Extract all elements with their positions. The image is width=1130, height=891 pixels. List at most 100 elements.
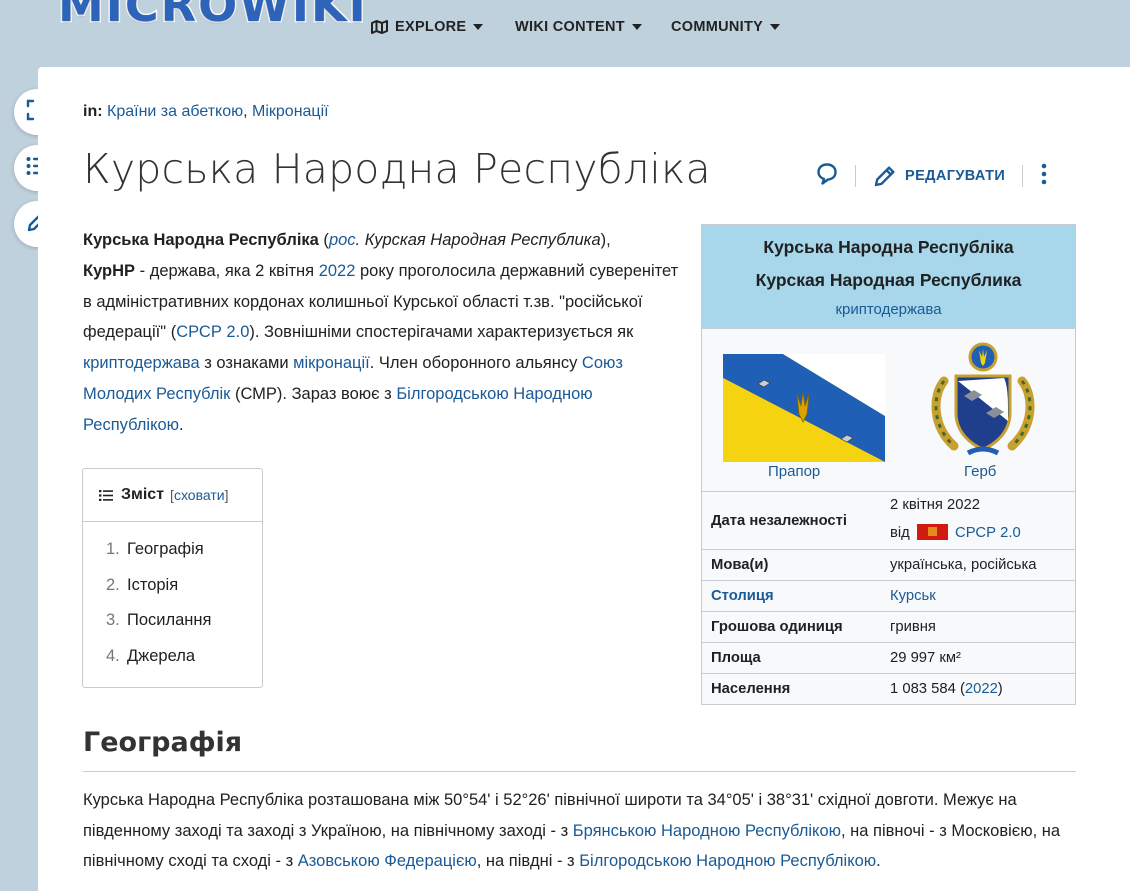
action-divider	[1022, 165, 1024, 187]
nav-explore-label: EXPLORE	[395, 19, 467, 35]
toc-hide-bracket: ]	[224, 487, 229, 503]
nav-community[interactable]: COMMUNITY	[671, 16, 781, 38]
ussr2-link[interactable]: СРСР 2.0	[176, 323, 249, 341]
text-run: . Член оборонного альянсу	[369, 354, 582, 373]
independence-from: від	[890, 525, 910, 541]
toc-item[interactable]: 1. Географія	[106, 540, 262, 576]
toc-label: Історія	[127, 575, 179, 594]
text-run: - держава, яка 2 квітня	[135, 261, 319, 280]
population-year-link[interactable]: 2022	[965, 681, 998, 697]
lang-ru-abbr: рос	[328, 231, 356, 249]
toc-number: 1.	[106, 540, 120, 558]
infobox-row: Столиця Курськ	[702, 580, 1075, 611]
infobox-key: Грошова одиниця	[711, 619, 843, 635]
intro-ru-name: . Курская Народная Республика	[355, 231, 601, 249]
lang-ru-link[interactable]: рос	[329, 231, 356, 249]
flag-caption-link[interactable]: Прапор	[768, 463, 820, 480]
toc-title: Зміст	[121, 486, 165, 503]
nav-explore[interactable]: EXPLORE	[371, 16, 484, 38]
capital-value-link[interactable]: Курськ	[890, 588, 936, 604]
text-run: з ознаками	[199, 354, 294, 373]
category-separator: ,	[243, 103, 253, 120]
capital-key-link[interactable]: Столиця	[702, 588, 882, 604]
text-run: .	[876, 852, 881, 870]
infobox-row: Мова(и) українська, російська	[702, 549, 1075, 580]
population-close: )	[997, 681, 1003, 697]
bryansk-link[interactable]: Брянською Народною Республікою	[573, 822, 841, 840]
site-logo[interactable]: MICROWIKI	[57, 0, 368, 34]
nav-wiki-content[interactable]: WIKI CONTENT	[515, 16, 642, 38]
infobox-value: українська, російська	[890, 557, 1037, 573]
infobox-row: Грошова одиниця гривня	[702, 611, 1075, 642]
ussr2-infobox-link[interactable]: СРСР 2.0	[955, 525, 1021, 541]
nav-wiki-content-label: WIKI CONTENT	[515, 19, 625, 35]
page-actions: РЕДАГУВАТИ	[816, 161, 1048, 191]
toc-number: 3.	[106, 611, 120, 629]
flag-image[interactable]	[723, 354, 885, 462]
table-of-contents: Зміст [сховати] 1. Географія 2. Історія 3.…	[82, 468, 263, 688]
micronation-link[interactable]: мікронації	[293, 354, 370, 372]
infobox-key: Мова(и)	[711, 557, 769, 573]
more-options-button[interactable]	[1040, 163, 1048, 190]
belgorod-geo-link[interactable]: Білгородською Народною Республікою	[579, 852, 876, 870]
pencil-icon	[873, 164, 905, 188]
toc-list: 1. Географія 2. Історія 3. Посилання 4. Джер…	[83, 522, 262, 682]
infobox-title-ru: Курская Народная Республика	[755, 270, 1022, 290]
coat-caption-link[interactable]: Герб	[964, 463, 996, 480]
infobox-header: Курська Народна Республіка Курская Народ…	[702, 225, 1075, 328]
toc-list-icon	[99, 489, 113, 502]
talk-button[interactable]	[816, 162, 838, 191]
text-run: ),	[600, 231, 611, 249]
year-link[interactable]: 2022	[319, 262, 356, 280]
infobox-key: Населення	[711, 681, 791, 697]
infobox-key: Дата незалежності	[711, 512, 848, 529]
chevron-down-icon	[631, 24, 642, 30]
text-run: ). Зовнішніми спостерігачами характеризу…	[249, 323, 634, 342]
chevron-down-icon	[473, 24, 484, 30]
action-divider	[855, 165, 856, 187]
article-card: in: Країни за абеткою, Мікронації Курськ…	[38, 67, 1130, 891]
map-icon	[371, 20, 388, 34]
edit-button[interactable]: РЕДАГУВАТИ	[873, 164, 1005, 188]
intro-abbr: КурНР	[83, 261, 136, 280]
page-title: Курська Народна Республіка	[83, 145, 711, 193]
intro-paragraph: Курська Народна Республіка (рос. Курская…	[83, 225, 683, 441]
toc-label: Посилання	[127, 611, 212, 629]
toc-label: Географія	[127, 540, 204, 558]
toc-item[interactable]: 2. Історія	[106, 576, 262, 612]
speech-bubble-icon	[816, 162, 838, 190]
geography-paragraph: Курська Народна Республіка розташована м…	[83, 785, 1083, 877]
text-run: , на півдні - з	[476, 852, 580, 870]
section-heading-geography: Географія	[83, 727, 243, 758]
intro-name: Курська Народна Республіка	[83, 231, 319, 249]
toc-number: 2.	[106, 575, 120, 594]
infobox: Курська Народна Республіка Курская Народ…	[701, 224, 1076, 705]
toc-item[interactable]: 3. Посилання	[106, 611, 262, 647]
infobox-subtitle-link[interactable]: криптодержава	[835, 301, 941, 318]
infobox-value: 29 997 км²	[890, 650, 961, 666]
kebab-menu-icon	[1040, 163, 1048, 189]
infobox-row-independence: Дата незалежності 2 квітня 2022 від СРСР…	[702, 491, 1075, 549]
infobox-images: Прапор Герб	[702, 328, 1075, 491]
toc-hide-link[interactable]: сховати	[174, 487, 225, 503]
cryptostate-link[interactable]: криптодержава	[83, 354, 200, 372]
chevron-down-icon	[770, 24, 781, 30]
independence-date: 2 квітня 2022	[890, 497, 980, 513]
infobox-title-uk: Курська Народна Республіка	[763, 237, 1014, 257]
coat-of-arms-image[interactable]	[924, 341, 1042, 461]
nav-community-label: COMMUNITY	[671, 19, 764, 35]
category-link[interactable]: Країни за абеткою	[107, 103, 243, 120]
azov-link[interactable]: Азовською Федерацією	[298, 852, 477, 870]
toc-number: 4.	[106, 646, 120, 665]
text-run: .	[179, 415, 184, 434]
infobox-value: гривня	[890, 619, 936, 635]
infobox-key: Площа	[711, 650, 761, 666]
category-breadcrumb: in: Країни за абеткою, Мікронації	[83, 103, 329, 121]
toc-item[interactable]: 4. Джерела	[106, 647, 262, 683]
toc-header: Зміст [сховати]	[83, 469, 262, 522]
population-value: 1 083 584 (	[890, 681, 965, 697]
text-run: (СМР). Зараз воює з	[230, 384, 397, 403]
section-divider	[83, 771, 1076, 772]
edit-label: РЕДАГУВАТИ	[905, 168, 1006, 184]
category-link[interactable]: Мікронації	[252, 103, 329, 120]
